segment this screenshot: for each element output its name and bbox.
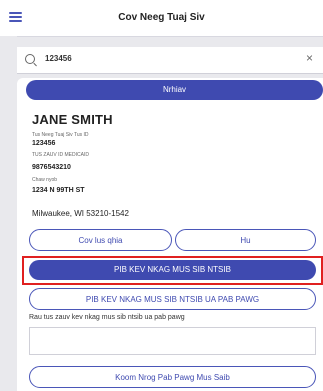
- page-title: Cov Neeg Tuaj Siv: [118, 12, 205, 23]
- search-icon: [25, 54, 35, 64]
- directions-button[interactable]: Cov lus qhia: [29, 229, 172, 251]
- search-input[interactable]: 123456: [45, 54, 72, 63]
- call-button[interactable]: Hu: [175, 229, 316, 251]
- group-caption: Rau tus zauv kev nkag mus sib ntsib ua p…: [29, 314, 185, 321]
- search-button[interactable]: Nrhiav: [26, 80, 323, 100]
- city-line: Milwaukee, WI 53210-1542: [32, 209, 129, 218]
- medicaid-label: TUS ZAUV ID MEDICAID: [32, 152, 89, 158]
- search-bar[interactable]: 123456 ×: [17, 47, 323, 74]
- record-trip-button[interactable]: PIB KEV NKAG MUS SIB NTSIB: [29, 260, 316, 280]
- left-edge: [0, 36, 17, 391]
- record-group-trip-button[interactable]: PIB KEV NKAG MUS SIB NTSIB UA PAB PAWG: [29, 288, 316, 310]
- medicaid-value: 9876543210: [32, 164, 71, 171]
- id-label: Tus Neeg Tuaj Siv Tus ID: [32, 132, 89, 138]
- app-header: Cov Neeg Tuaj Siv: [0, 0, 323, 37]
- id-value: 123456: [32, 140, 56, 147]
- patient-name: JANE SMITH: [32, 112, 113, 127]
- address-line: 1234 N 99TH ST: [32, 187, 85, 194]
- start-group-button[interactable]: Koom Nrog Pab Pawg Mus Saib: [29, 366, 316, 388]
- group-trip-input[interactable]: [29, 327, 316, 355]
- close-icon[interactable]: ×: [306, 51, 313, 65]
- address-label: Chaw nyob: [32, 177, 58, 183]
